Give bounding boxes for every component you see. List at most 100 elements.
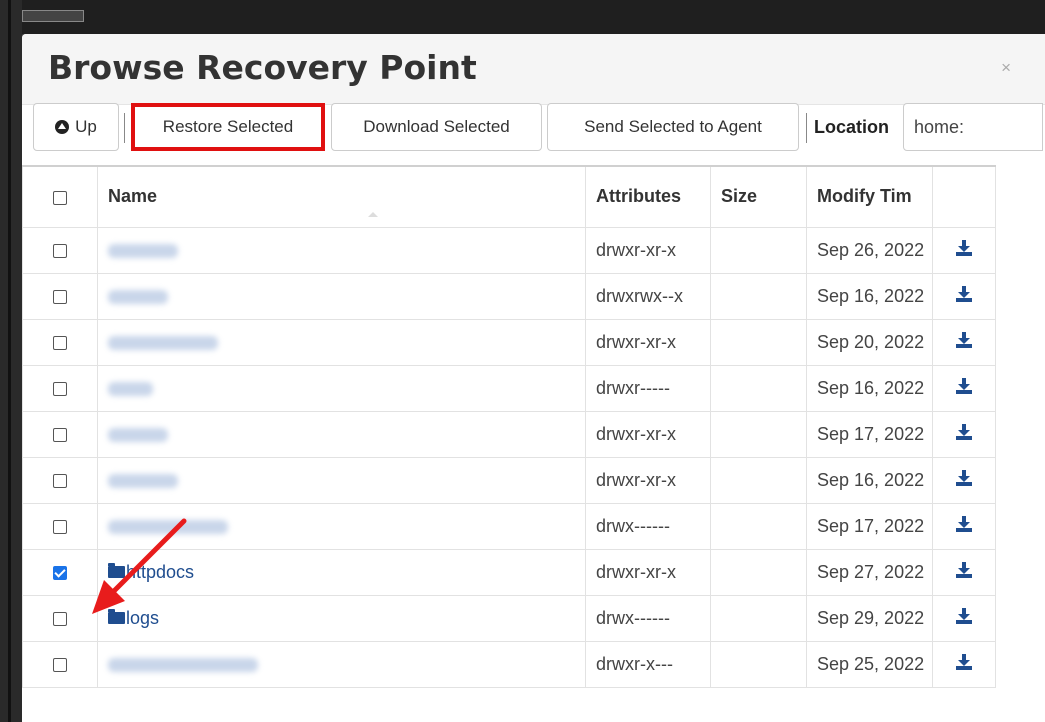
download-icon-tray <box>956 297 972 302</box>
download-icon[interactable] <box>956 653 972 670</box>
size-cell <box>710 226 807 274</box>
download-icon[interactable] <box>956 469 972 486</box>
file-name-cell[interactable] <box>97 410 586 458</box>
download-cell <box>932 272 996 320</box>
row-checkbox[interactable] <box>53 335 67 350</box>
table-row[interactable]: drwxrwx--x Sep 16, 2022 <box>22 272 996 320</box>
file-name-cell[interactable]: httpdocs <box>97 548 586 596</box>
download-icon[interactable] <box>956 377 972 394</box>
row-checkbox[interactable] <box>53 473 67 488</box>
table-row[interactable]: drwxr-xr-x Sep 26, 2022 <box>22 226 996 274</box>
size-column-header[interactable]: Size <box>710 165 807 228</box>
location-input[interactable] <box>903 103 1043 151</box>
attributes-cell: drwxr----- <box>585 364 711 412</box>
file-name-cell[interactable] <box>97 272 586 320</box>
file-name-cell[interactable]: logs <box>97 594 586 642</box>
row-checkbox[interactable] <box>53 565 67 580</box>
restore-selected-button[interactable]: Restore Selected <box>131 103 325 151</box>
modify-time-cell: Sep 29, 2022 <box>806 594 933 642</box>
up-button-label: Up <box>75 117 97 136</box>
download-cell <box>932 548 996 596</box>
download-cell <box>932 594 996 642</box>
table-row[interactable]: drwxr-x--- Sep 25, 2022 <box>22 640 996 688</box>
folder-link[interactable]: httpdocs <box>108 562 194 582</box>
attributes-cell: drwxr-xr-x <box>585 226 711 274</box>
download-icon[interactable] <box>956 515 972 532</box>
row-checkbox[interactable] <box>53 519 67 534</box>
send-selected-label: Send Selected to Agent <box>584 117 762 136</box>
row-checkbox[interactable] <box>53 243 67 258</box>
modify-time-column-header[interactable]: Modify Tim <box>806 165 933 228</box>
download-icon[interactable] <box>956 239 972 256</box>
table-row[interactable]: drwxr-xr-x Sep 17, 2022 <box>22 410 996 458</box>
actions-column-header <box>932 165 996 228</box>
background-window <box>0 0 1045 34</box>
modify-time-cell: Sep 20, 2022 <box>806 318 933 366</box>
file-name-cell[interactable] <box>97 502 586 550</box>
row-checkbox-cell <box>22 640 98 688</box>
download-icon[interactable] <box>956 607 972 624</box>
modify-time-cell: Sep 16, 2022 <box>806 364 933 412</box>
row-checkbox[interactable] <box>53 289 67 304</box>
folder-name: logs <box>126 607 160 628</box>
download-selected-button[interactable]: Download Selected <box>331 103 542 151</box>
row-checkbox[interactable] <box>53 427 67 442</box>
table-header-row: Name Attributes Size Modify Tim <box>22 165 996 228</box>
size-cell <box>710 410 807 458</box>
select-all-cell <box>22 165 98 228</box>
download-icon[interactable] <box>956 561 972 578</box>
modify-time-cell: Sep 16, 2022 <box>806 456 933 504</box>
download-icon[interactable] <box>956 423 972 440</box>
redacted-file-name <box>108 381 153 396</box>
name-column-header[interactable]: Name <box>97 165 586 228</box>
table-row[interactable]: drwxr-xr-x Sep 16, 2022 <box>22 456 996 504</box>
redacted-file-name <box>108 657 258 672</box>
size-cell <box>710 318 807 366</box>
download-icon-tray <box>956 389 972 394</box>
download-icon[interactable] <box>956 331 972 348</box>
attributes-column-header[interactable]: Attributes <box>585 165 711 228</box>
row-checkbox-cell <box>22 594 98 642</box>
restore-selected-label: Restore Selected <box>162 117 294 136</box>
file-name-cell[interactable] <box>97 456 586 504</box>
file-name-cell[interactable] <box>97 640 586 688</box>
redacted-file-name <box>108 519 228 534</box>
table-row[interactable]: drwxr-xr-x Sep 20, 2022 <box>22 318 996 366</box>
modify-time-cell: Sep 25, 2022 <box>806 640 933 688</box>
file-name-cell[interactable] <box>97 318 586 366</box>
up-button[interactable]: Up <box>33 103 119 151</box>
size-cell <box>710 548 807 596</box>
circle-arrow-up-icon <box>55 120 70 134</box>
close-icon[interactable]: × <box>1001 58 1011 78</box>
size-cell <box>710 640 807 688</box>
redacted-file-name <box>108 335 218 350</box>
size-cell <box>710 364 807 412</box>
download-icon-tray <box>956 527 972 532</box>
row-checkbox[interactable] <box>53 611 67 626</box>
file-name-cell[interactable] <box>97 364 586 412</box>
download-cell <box>932 226 996 274</box>
modify-time-cell: Sep 17, 2022 <box>806 502 933 550</box>
row-checkbox[interactable] <box>53 657 67 672</box>
file-name-cell[interactable] <box>97 226 586 274</box>
download-icon-tray <box>956 481 972 486</box>
redacted-file-name <box>108 473 178 488</box>
download-icon[interactable] <box>956 285 972 302</box>
table-row[interactable]: drwxr----- Sep 16, 2022 <box>22 364 996 412</box>
table-row[interactable]: httpdocs drwxr-xr-x Sep 27, 2022 <box>22 548 996 596</box>
download-icon-tray <box>956 343 972 348</box>
row-checkbox-cell <box>22 364 98 412</box>
folder-link[interactable]: logs <box>108 608 159 628</box>
select-all-checkbox[interactable] <box>53 190 67 205</box>
download-icon-tray <box>956 619 972 624</box>
row-checkbox[interactable] <box>53 381 67 396</box>
table-row[interactable]: drwx------ Sep 17, 2022 <box>22 502 996 550</box>
send-selected-to-agent-button[interactable]: Send Selected to Agent <box>547 103 799 151</box>
modify-time-cell: Sep 27, 2022 <box>806 548 933 596</box>
row-checkbox-cell <box>22 502 98 550</box>
redacted-file-name <box>108 427 168 442</box>
attributes-cell: drwxr-xr-x <box>585 318 711 366</box>
table-row[interactable]: logs drwx------ Sep 29, 2022 <box>22 594 996 642</box>
download-cell <box>932 456 996 504</box>
download-selected-label: Download Selected <box>363 117 510 136</box>
